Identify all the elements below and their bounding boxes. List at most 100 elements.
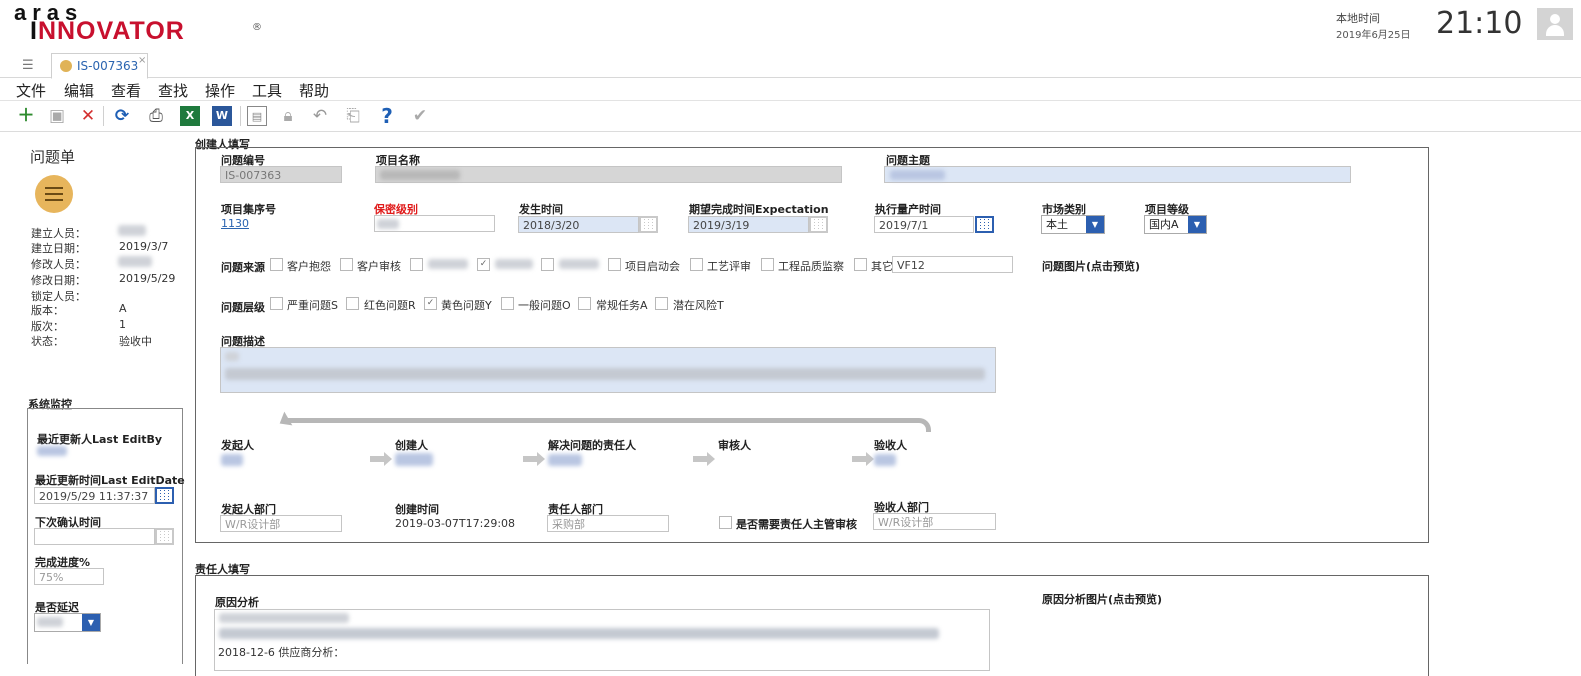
- tab-close-icon[interactable]: ×: [138, 55, 146, 66]
- refresh-icon[interactable]: ⟳: [112, 106, 132, 126]
- source-other-field[interactable]: VF12: [892, 256, 1013, 273]
- flow-resp-label: 解决问题的责任人: [548, 439, 636, 452]
- source-checkbox-4[interactable]: ✓: [477, 258, 490, 271]
- issue-no-field[interactable]: IS-007363: [220, 166, 342, 183]
- tier-checkbox-s[interactable]: [270, 297, 283, 310]
- menu-help[interactable]: 帮助: [299, 80, 329, 101]
- help-icon[interactable]: ?: [377, 106, 397, 126]
- desc-textarea[interactable]: [220, 347, 996, 393]
- excel-icon[interactable]: X: [180, 106, 200, 126]
- tier-checkbox-o[interactable]: [501, 297, 514, 310]
- chevron-down-icon: ▼: [82, 614, 100, 631]
- preview-icon[interactable]: ▤: [247, 106, 267, 126]
- meta-modified-by-value: [118, 256, 152, 267]
- logo-rest: NNOVATOR: [37, 17, 185, 45]
- source-checkbox-6[interactable]: [608, 258, 621, 271]
- tier-checkbox-t[interactable]: [655, 297, 668, 310]
- tier-checkbox-a[interactable]: [578, 297, 591, 310]
- flow-arrow-icon: [852, 452, 874, 466]
- hamburger-menu-icon[interactable]: ☰: [22, 58, 34, 73]
- source-checkbox-7[interactable]: [690, 258, 703, 271]
- tier-checkbox-r[interactable]: [346, 297, 359, 310]
- menu-file[interactable]: 文件: [16, 80, 46, 101]
- cause-textarea[interactable]: 2018-12-6 供应商分析：: [214, 609, 990, 671]
- check-icon[interactable]: ✔: [410, 106, 430, 126]
- menu-tools[interactable]: 工具: [252, 80, 282, 101]
- meta-modified-on-label: 修改日期：: [31, 274, 86, 287]
- level-select[interactable]: 国内A ▼: [1144, 215, 1207, 234]
- flow-resp-value: [548, 454, 582, 466]
- mass-prod-label: 执行量产时间: [875, 203, 941, 216]
- tab-is-007363[interactable]: IS-007363 ×: [51, 53, 148, 79]
- chevron-down-icon: ▼: [1086, 216, 1104, 233]
- meta-created-by-value: [118, 225, 146, 236]
- source-checkbox-3[interactable]: [410, 258, 423, 271]
- market-select[interactable]: 本土 ▼: [1041, 215, 1105, 234]
- next-confirm-calendar-icon[interactable]: [155, 528, 174, 545]
- menu-view[interactable]: 查看: [111, 80, 141, 101]
- lock-icon[interactable]: 🔒︎: [278, 106, 298, 126]
- need-review-checkbox[interactable]: [719, 516, 732, 529]
- tier-text-s: 严重问题S: [287, 299, 338, 312]
- source-checkbox-9[interactable]: [854, 258, 867, 271]
- meta-state-label: 状态：: [31, 335, 64, 348]
- secrecy-field[interactable]: [374, 215, 495, 232]
- delayed-select[interactable]: ▼: [34, 613, 101, 632]
- expect-time-calendar-icon[interactable]: [809, 216, 828, 233]
- last-edit-date-calendar-icon[interactable]: [155, 487, 174, 504]
- last-edit-date-field[interactable]: 2019/5/29 11:37:37: [34, 487, 155, 504]
- project-set-label: 项目集序号: [221, 203, 276, 216]
- expect-time-label: 期望完成时间Expectation: [689, 203, 829, 216]
- menu-actions[interactable]: 操作: [205, 80, 235, 101]
- clipboard-icon[interactable]: ⎗: [343, 106, 363, 126]
- menu-edit[interactable]: 编辑: [64, 80, 94, 101]
- create-time-value: 2019-03-07T17:29:08: [395, 517, 516, 530]
- clock-time: 21:10: [1436, 6, 1523, 41]
- print-icon[interactable]: ⎙: [146, 106, 166, 126]
- source-checkbox-2[interactable]: [340, 258, 353, 271]
- logo-innovator: INNOVATOR: [30, 18, 185, 44]
- delete-icon[interactable]: ✕: [78, 106, 98, 126]
- new-icon[interactable]: ＋: [16, 106, 36, 126]
- tier-text-t: 潜在风险T: [673, 299, 724, 312]
- logo-i: I: [30, 17, 38, 45]
- next-confirm-field[interactable]: [34, 528, 155, 545]
- mass-prod-calendar-icon[interactable]: [975, 216, 994, 233]
- source-checkbox-1[interactable]: [270, 258, 283, 271]
- tier-checkbox-y[interactable]: ✓: [424, 297, 437, 310]
- source-text-1: 客户抱怨: [287, 260, 331, 273]
- progress-field[interactable]: 75%: [34, 568, 104, 585]
- source-text-7: 工艺评审: [707, 260, 751, 273]
- need-review-label: 是否需要责任人主管审核: [736, 518, 857, 531]
- resp-dept-field[interactable]: 采购部: [547, 515, 669, 532]
- menu-find[interactable]: 查找: [158, 80, 188, 101]
- acceptor-dept-field[interactable]: W/R设计部: [873, 513, 996, 530]
- occur-time-calendar-icon[interactable]: [639, 216, 658, 233]
- user-avatar-icon[interactable]: [1537, 8, 1573, 40]
- tier-text-r: 红色问题R: [364, 299, 416, 312]
- cause-text-line: 2018-12-6 供应商分析：: [218, 646, 345, 659]
- issue-subject-field[interactable]: [884, 166, 1351, 183]
- cause-image-label[interactable]: 原因分析图片(点击预览): [1042, 591, 1162, 607]
- initiator-dept-field[interactable]: W/R设计部: [220, 515, 342, 532]
- occur-time-label: 发生时间: [519, 203, 563, 216]
- item-type-title: 问题单: [30, 148, 76, 166]
- source-checkbox-5[interactable]: [541, 258, 554, 271]
- expect-time-field[interactable]: 2019/3/19: [688, 216, 809, 233]
- flow-arrow-icon: [370, 452, 392, 466]
- occur-time-field[interactable]: 2018/3/20: [518, 216, 639, 233]
- word-icon[interactable]: W: [212, 106, 232, 126]
- tier-text-y: 黄色问题Y: [441, 299, 492, 312]
- market-value: 本土: [1046, 218, 1068, 231]
- source-checkbox-8[interactable]: [761, 258, 774, 271]
- flow-reviewer-label: 审核人: [718, 439, 751, 452]
- source-label: 问题来源: [221, 261, 265, 274]
- flow-initiator-label: 发起人: [221, 439, 254, 452]
- undo-icon[interactable]: ↶: [310, 106, 330, 126]
- meta-state-value: 验收中: [119, 335, 152, 348]
- issue-image-label[interactable]: 问题图片(点击预览): [1042, 258, 1140, 274]
- project-set-link[interactable]: 1130: [221, 217, 249, 230]
- flow-creator-value: [395, 453, 433, 466]
- mass-prod-field[interactable]: 2019/7/1: [874, 216, 974, 233]
- save-icon[interactable]: ▣: [47, 106, 67, 126]
